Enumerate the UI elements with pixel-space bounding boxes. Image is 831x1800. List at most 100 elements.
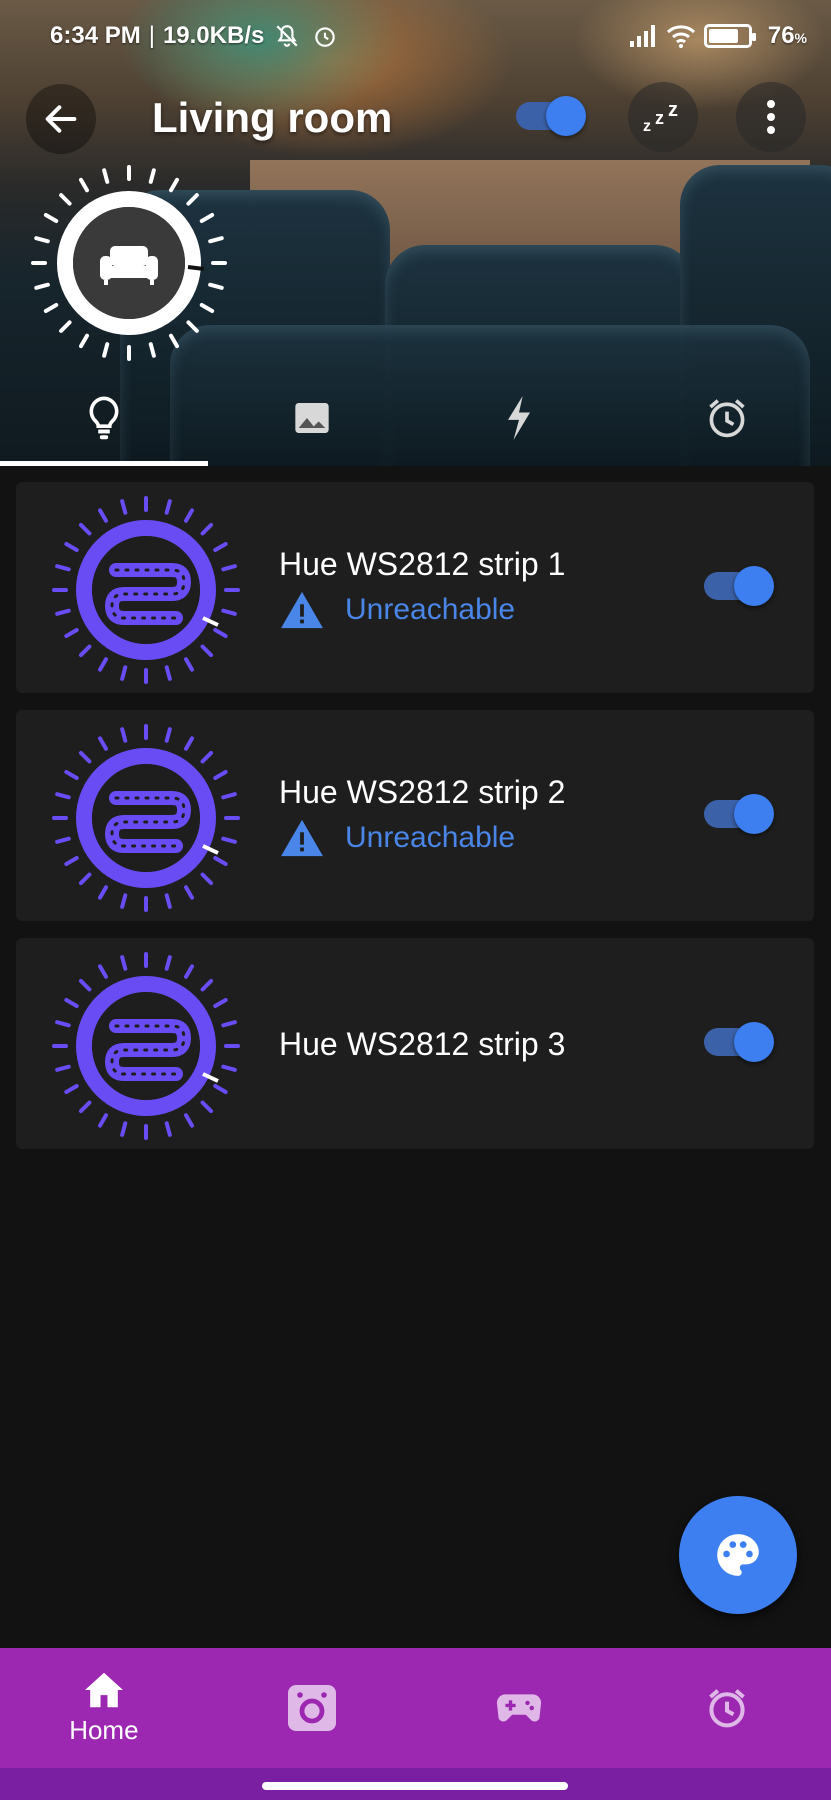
page-title: Living room (152, 94, 393, 141)
dial-tick (221, 792, 237, 800)
dial-tick (64, 770, 79, 780)
dial-tick (208, 236, 224, 244)
light-power-toggle[interactable] (704, 1022, 776, 1062)
light-card[interactable]: Hue WS2812 strip 2 Unreachable (16, 710, 814, 921)
light-status: Unreachable (279, 590, 515, 630)
tab-lights[interactable] (0, 370, 208, 466)
dial-tick (213, 542, 228, 552)
color-palette-button[interactable] (679, 1496, 797, 1614)
dial-tick (120, 727, 128, 743)
sleep-button[interactable]: z z z (628, 82, 698, 152)
dial-tick (164, 499, 172, 515)
dial-tick (221, 1064, 237, 1072)
light-dial-graphic (52, 952, 240, 1140)
nav-camera[interactable] (208, 1648, 416, 1768)
status-time: 6:34 PM (50, 22, 141, 49)
toggle-thumb (734, 1022, 774, 1062)
dial-tick (43, 213, 59, 223)
dial-tick (221, 564, 237, 572)
gesture-handle[interactable] (262, 1782, 568, 1790)
dial-tick (213, 770, 228, 780)
light-status: Unreachable (279, 818, 515, 858)
light-card[interactable]: Hue WS2812 strip 1 Unreachable (16, 482, 814, 693)
dial-tick (98, 736, 108, 751)
dial-tick (199, 303, 215, 313)
dial-tick (59, 320, 72, 333)
dial-tick (221, 836, 237, 844)
dial-tick (78, 750, 92, 764)
dial-tick (184, 964, 194, 979)
svg-text:z: z (655, 108, 664, 128)
dial-tick (148, 342, 156, 358)
dial-tick (164, 893, 172, 909)
light-dial-graphic (52, 724, 240, 912)
nav-games[interactable] (416, 1648, 624, 1768)
image-icon (294, 403, 329, 433)
dial-tick (55, 1064, 71, 1072)
back-arrow-icon (45, 105, 77, 133)
dial-tick (186, 320, 199, 333)
battery-percent: 76 (767, 22, 795, 49)
dial-tick (184, 657, 194, 672)
lightbulb-icon (89, 396, 119, 440)
dial-tick (102, 168, 110, 184)
light-dial-graphic (52, 496, 240, 684)
dial-tick (200, 644, 214, 658)
tab-effects[interactable] (416, 370, 624, 466)
light-brightness-dial[interactable] (46, 490, 246, 690)
dial-tick (78, 644, 92, 658)
dial-tick (200, 872, 214, 886)
dial-tick (55, 608, 71, 616)
dial-tick (78, 978, 92, 992)
toggle-thumb (546, 96, 586, 136)
gamepad-icon (497, 1694, 542, 1722)
group-power-toggle[interactable] (516, 96, 588, 136)
light-name: Hue WS2812 strip 1 (279, 546, 566, 582)
light-status-text: Unreachable (345, 821, 516, 854)
more-options-button[interactable] (736, 82, 806, 152)
toggle-thumb (734, 566, 774, 606)
dial-tick (200, 750, 214, 764)
dial-tick (55, 1020, 71, 1028)
light-brightness-dial[interactable] (46, 718, 246, 918)
status-separator: | (148, 22, 155, 49)
svg-text:z: z (668, 99, 678, 121)
dial-tick (213, 998, 228, 1008)
alarm-icon (310, 21, 340, 51)
dial-tick (120, 893, 128, 909)
dial-tick (120, 1121, 128, 1137)
home-icon (84, 1672, 123, 1707)
dial-tick (78, 872, 92, 886)
light-power-toggle[interactable] (704, 794, 776, 834)
sofa-icon (100, 246, 158, 285)
nav-home-label: Home (69, 1714, 139, 1745)
nav-alarms[interactable] (623, 1648, 831, 1768)
tab-scenes[interactable] (208, 370, 416, 466)
light-power-toggle[interactable] (704, 566, 776, 606)
room-brightness-dial[interactable] (24, 158, 234, 368)
dial-tick (98, 885, 108, 900)
nav-home[interactable]: Home (0, 1648, 208, 1768)
tab-alarms[interactable] (623, 370, 831, 466)
dial-tick (59, 193, 72, 206)
alarm-icon (709, 399, 745, 438)
dial-tick (164, 665, 172, 681)
dial-tick (64, 856, 79, 866)
light-status-text: Unreachable (345, 593, 516, 626)
signal-icon (628, 21, 658, 51)
dial-tick (79, 177, 89, 193)
light-brightness-dial[interactable] (46, 946, 246, 1146)
light-card[interactable]: Hue WS2812 strip 3 (16, 938, 814, 1149)
dial-tick (200, 1100, 214, 1114)
warning-icon (281, 591, 323, 629)
toggle-thumb (734, 794, 774, 834)
dial-tick (55, 792, 71, 800)
palette-icon (717, 1534, 759, 1576)
dial-tick (186, 193, 199, 206)
mute-bell-icon (272, 21, 302, 51)
svg-text:z: z (643, 118, 651, 135)
dial-tick (169, 177, 179, 193)
dial-tick (148, 168, 156, 184)
dial-tick (164, 727, 172, 743)
back-button[interactable] (26, 84, 96, 154)
